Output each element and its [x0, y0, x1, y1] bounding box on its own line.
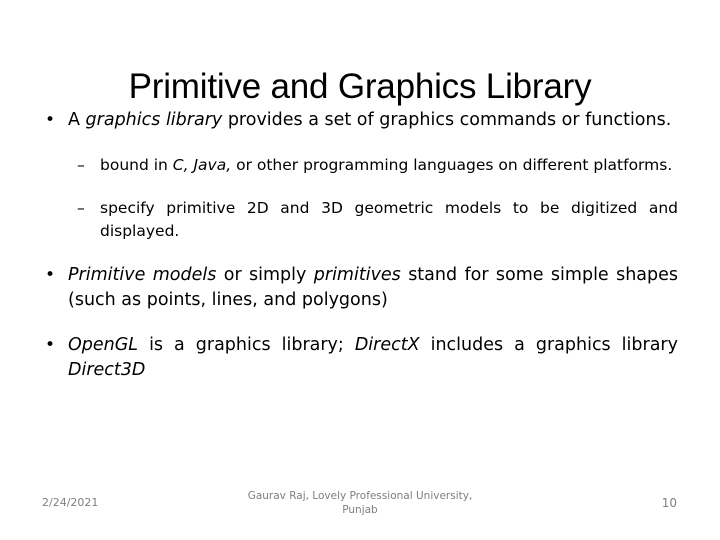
bullet-text-5-part-4: includes a graphics library: [419, 335, 678, 355]
bullet-text-3-part-1: specify primitive 2D and 3D geometric mo…: [100, 199, 678, 240]
bullet-text-5-part-5: Direct3D: [68, 360, 146, 380]
bullet-text-4-part-3: primitives: [313, 265, 401, 285]
bullet-text-4-part-1: Primitive models: [68, 265, 217, 285]
bullet-text-1-part-2: graphics library: [85, 110, 223, 130]
sub-bullet-group: – bound in C, Java, or other programming …: [38, 154, 678, 243]
bullet-marker-icon: •: [45, 265, 56, 285]
page-title: Primitive and Graphics Library: [128, 67, 592, 107]
slide-number: 10: [661, 496, 677, 510]
footer-attribution-line-2: Punjab: [342, 504, 378, 516]
bullet-text-1-part-3: provides a set of graphics commands or f…: [222, 110, 672, 130]
bullet-item-4: • Primitive models or simply primitives s…: [38, 263, 678, 313]
dash-marker-icon: –: [77, 199, 85, 217]
footer-attribution-line-1: Gaurav Raj, Lovely Professional Universi…: [247, 490, 473, 502]
bullet-item-3: – specify primitive 2D and 3D geometric …: [38, 197, 678, 243]
bullet-text-5-part-2: is a graphics library;: [138, 335, 355, 355]
bullet-text-2-part-1: bound in: [100, 156, 173, 174]
bullet-text-2-part-2: C, Java,: [172, 156, 232, 174]
bullet-item-2: – bound in C, Java, or other programming …: [38, 154, 678, 177]
bullet-text-4-part-2: or simply: [216, 265, 314, 285]
bullet-text-5-part-1: OpenGL: [68, 335, 139, 355]
footer-attribution: Gaurav Raj, Lovely Professional Universi…: [228, 489, 492, 517]
slide-body: • A graphics library provides a set of gr…: [38, 108, 678, 396]
bullet-text-2-part-3: or other programming languages on differ…: [231, 156, 673, 174]
footer-date: 2/24/2021: [42, 496, 99, 509]
dash-marker-icon: –: [77, 156, 85, 174]
bullet-item-1: • A graphics library provides a set of gr…: [38, 108, 678, 133]
bullet-text-1-part-1: A: [68, 110, 86, 130]
slide-canvas: Primitive and Graphics Library • A graphi…: [0, 0, 720, 540]
bullet-text-5-part-3: DirectX: [354, 335, 420, 355]
bullet-marker-icon: •: [45, 110, 56, 130]
bullet-item-5: • OpenGL is a graphics library; DirectX i…: [38, 333, 678, 383]
slide-footer: 2/24/2021 Gaurav Raj, Lovely Professiona…: [0, 488, 720, 540]
bullet-marker-icon: •: [45, 335, 56, 355]
